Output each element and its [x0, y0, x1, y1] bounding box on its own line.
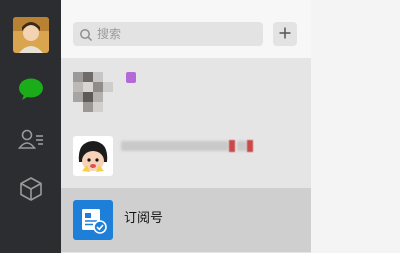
left-rail: [0, 0, 61, 253]
add-button[interactable]: [273, 22, 297, 46]
list-header: 搜索: [61, 0, 311, 58]
subscription-title: 订阅号: [124, 211, 164, 226]
app-window: 搜索 订阅号: [0, 0, 400, 253]
cube-icon[interactable]: [16, 174, 46, 204]
plus-icon: [278, 25, 292, 44]
contacts-icon[interactable]: [16, 124, 46, 154]
search-placeholder: 搜索: [97, 27, 122, 41]
conversation-row-subscription[interactable]: 订阅号: [61, 188, 311, 252]
obscured-badge: [126, 72, 136, 83]
cartoon-avatar: [73, 136, 113, 176]
pixelated-avatar: [73, 72, 113, 112]
obscured-mark: [247, 140, 253, 152]
search-box[interactable]: 搜索: [73, 22, 263, 46]
subscription-icon: [73, 200, 113, 240]
obscured-title-tail: [237, 141, 247, 151]
conversation-list: 搜索 订阅号: [61, 0, 311, 253]
obscured-mark: [229, 140, 235, 152]
search-icon: [79, 27, 93, 42]
chat-pane: [311, 0, 400, 253]
chat-icon[interactable]: [16, 74, 46, 104]
user-avatar[interactable]: [13, 17, 49, 53]
conversation-row[interactable]: [61, 60, 311, 124]
conversation-row[interactable]: [61, 124, 311, 188]
obscured-title: [121, 141, 229, 151]
